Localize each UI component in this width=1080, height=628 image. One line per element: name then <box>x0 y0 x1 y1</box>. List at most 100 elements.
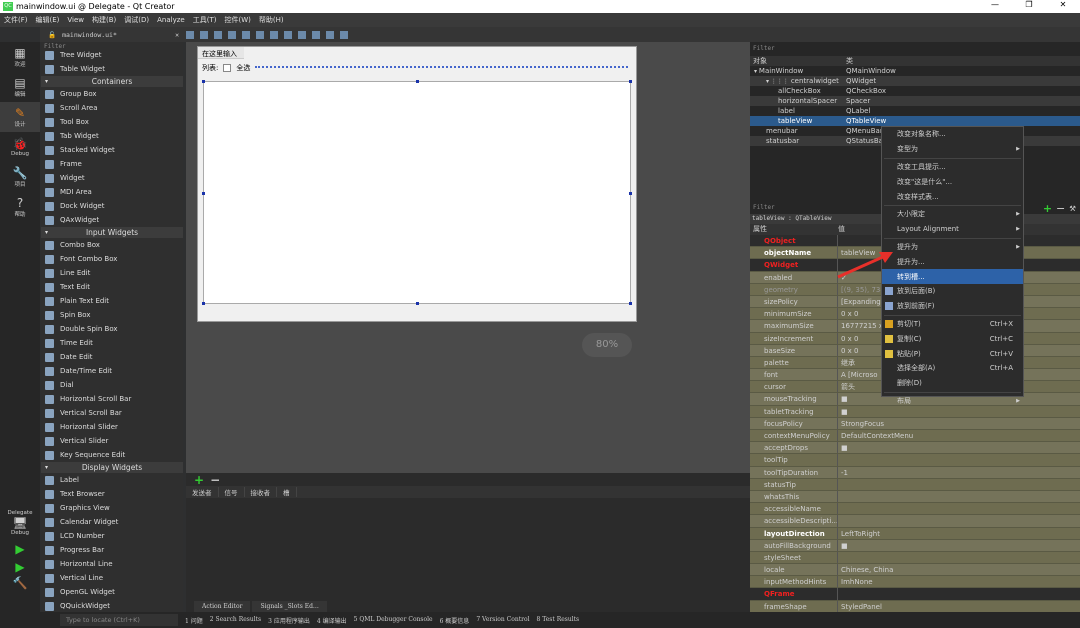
property-row[interactable]: toolTipDuration -1 <box>750 466 1080 479</box>
locate-input[interactable]: Type to locate (Ctrl+K) <box>60 614 178 626</box>
widget-item[interactable]: MDI Area <box>41 185 183 199</box>
property-row[interactable]: contextMenuPolicy DefaultContextMenu <box>750 430 1080 443</box>
add-property-icon[interactable]: + <box>1043 202 1052 215</box>
menu-item[interactable]: View <box>63 16 88 24</box>
property-value[interactable]: 0 x 0 <box>838 333 859 344</box>
context-menu-item[interactable]: 放到前面(F) <box>882 299 1023 314</box>
context-menu-item[interactable]: 提升为... <box>882 254 1023 269</box>
mode-grid[interactable]: ▦ 欢迎 <box>0 42 40 72</box>
property-value[interactable]: [Expanding, <box>838 296 883 307</box>
widget-item[interactable]: QQuickWidget <box>41 599 183 612</box>
context-menu-item[interactable]: 大小限定 ▶ <box>882 207 1023 222</box>
edit-widgets-icon[interactable] <box>186 30 194 39</box>
property-value[interactable]: StrongFocus <box>838 418 884 429</box>
widget-item[interactable]: Plain Text Edit <box>41 294 183 308</box>
close-document-icon[interactable]: ✕ <box>175 31 179 39</box>
widget-item[interactable]: Time Edit <box>41 336 183 350</box>
object-filter[interactable]: Filter <box>750 42 1080 56</box>
property-value[interactable] <box>838 454 841 465</box>
property-value[interactable]: 16777215 x <box>838 320 883 331</box>
property-row[interactable]: locale Chinese, China <box>750 564 1080 577</box>
editor-file-selector[interactable]: 🔓 mainwindow.ui* ✕ <box>40 31 183 39</box>
property-value[interactable] <box>838 552 841 563</box>
tab-action-editor[interactable]: Action Editor <box>194 601 251 612</box>
kit-selector[interactable]: Delegate 🖥 Debug ▶ ▶ 🔨 <box>0 510 40 590</box>
wrench-icon[interactable]: ⚒ <box>1069 204 1076 213</box>
maximize-button[interactable]: ❐ <box>1012 0 1046 9</box>
edit-buddies-icon[interactable] <box>214 30 222 39</box>
widget-item[interactable]: Scroll Area <box>41 101 183 115</box>
object-row[interactable]: horizontalSpacer Spacer <box>750 96 1080 106</box>
object-row[interactable]: label QLabel <box>750 106 1080 116</box>
property-value[interactable]: ■ <box>838 406 848 417</box>
property-group[interactable]: QFrame <box>750 588 1080 601</box>
context-menu-item[interactable]: Layout Alignment ▶ <box>882 222 1023 237</box>
remove-connection-button[interactable]: − <box>210 473 220 487</box>
mode-bug[interactable]: 🐞 Debug <box>0 132 40 162</box>
tab-signals-slots[interactable]: Signals _Slots Ed… <box>252 601 327 612</box>
context-menu-item[interactable]: 改变工具提示... <box>882 160 1023 175</box>
property-value[interactable] <box>838 588 841 599</box>
menu-item[interactable]: 编辑(E) <box>32 15 64 25</box>
output-pane-button[interactable]: 8 Test Results <box>537 616 580 625</box>
property-value[interactable] <box>838 479 841 490</box>
widget-item[interactable]: Frame <box>41 157 183 171</box>
context-menu-item[interactable]: 布局 ▶ <box>882 394 1023 409</box>
property-value[interactable]: [(9, 35), 738 <box>838 284 885 295</box>
run-icon[interactable]: ▶ <box>0 542 40 556</box>
mode-document[interactable]: ▤ 编辑 <box>0 72 40 102</box>
property-value[interactable]: 0 x 0 <box>838 308 859 319</box>
mode-pencil[interactable]: ✎ 设计 <box>0 102 40 132</box>
property-row[interactable]: autoFillBackground ■ <box>750 539 1080 552</box>
edit-tab-order-icon[interactable] <box>228 30 236 39</box>
property-row[interactable]: toolTip <box>750 454 1080 467</box>
output-pane-button[interactable]: 1 问题 <box>185 616 203 625</box>
property-row[interactable]: accessibleDescripti... <box>750 515 1080 528</box>
context-menu-item[interactable]: 复制(C) Ctrl+C <box>882 331 1023 346</box>
context-menu-item[interactable]: 变型为 ▶ <box>882 142 1023 157</box>
widget-item[interactable]: Table Widget <box>41 62 183 76</box>
property-value[interactable]: DefaultContextMenu <box>838 430 913 441</box>
expand-arrow-icon[interactable]: ▾ ⋮⋮⋮ <box>766 78 791 85</box>
property-row[interactable]: layoutDirection LeftToRight <box>750 527 1080 540</box>
property-row[interactable]: styleSheet <box>750 551 1080 565</box>
context-menu-item[interactable]: 改变"这是什么"... <box>882 174 1023 189</box>
widget-item[interactable]: Font Combo Box <box>41 252 183 266</box>
layout-grid-icon[interactable] <box>312 30 320 39</box>
widget-item[interactable]: Combo Box <box>41 238 183 252</box>
widget-item[interactable]: LCD Number <box>41 529 183 543</box>
debug-run-icon[interactable]: ▶ <box>0 560 40 574</box>
menu-item[interactable]: Analyze <box>153 16 189 24</box>
property-value[interactable]: LeftToRight <box>838 528 880 539</box>
widget-item[interactable]: Text Browser <box>41 487 183 501</box>
property-value[interactable]: ImhNone <box>838 576 873 587</box>
property-row[interactable]: frameShape StyledPanel <box>750 600 1080 613</box>
property-value[interactable] <box>838 515 841 526</box>
property-value[interactable]: -1 <box>838 467 848 478</box>
widget-item[interactable]: Key Sequence Edit <box>41 448 183 462</box>
property-row[interactable]: focusPolicy StrongFocus <box>750 417 1080 430</box>
menu-item[interactable]: 工具(T) <box>189 15 221 25</box>
widget-item[interactable]: Line Edit <box>41 266 183 280</box>
mode-wrench[interactable]: 🔧 项目 <box>0 162 40 192</box>
output-pane-button[interactable]: 6 概要信息 <box>440 616 470 625</box>
context-menu-item[interactable]: 改变对象名称... <box>882 127 1023 142</box>
widget-item[interactable]: Group Box <box>41 87 183 101</box>
output-pane-button[interactable]: 3 应用程序输出 <box>268 616 310 625</box>
property-row[interactable]: acceptDrops ■ <box>750 442 1080 455</box>
layout-form-icon[interactable] <box>298 30 306 39</box>
remove-property-icon[interactable]: − <box>1056 202 1065 215</box>
property-value[interactable]: ■ <box>838 393 848 404</box>
mode-help[interactable]: ? 帮助 <box>0 192 40 222</box>
context-menu-item[interactable]: 放到后面(B) <box>882 284 1023 299</box>
widget-item[interactable]: Vertical Scroll Bar <box>41 406 183 420</box>
widget-category[interactable]: Input Widgets <box>41 227 183 238</box>
property-value[interactable]: ■ <box>838 442 848 453</box>
context-menu-item[interactable]: 粘贴(P) Ctrl+V <box>882 346 1023 361</box>
menu-item[interactable]: 控件(W) <box>220 15 254 25</box>
property-value[interactable]: A [Microso <box>838 369 878 380</box>
property-row[interactable]: inputMethodHints ImhNone <box>750 576 1080 589</box>
widget-item[interactable]: Tab Widget <box>41 129 183 143</box>
menu-item[interactable]: 文件(F) <box>0 15 32 25</box>
widget-item[interactable]: Tree Widget <box>41 48 183 62</box>
